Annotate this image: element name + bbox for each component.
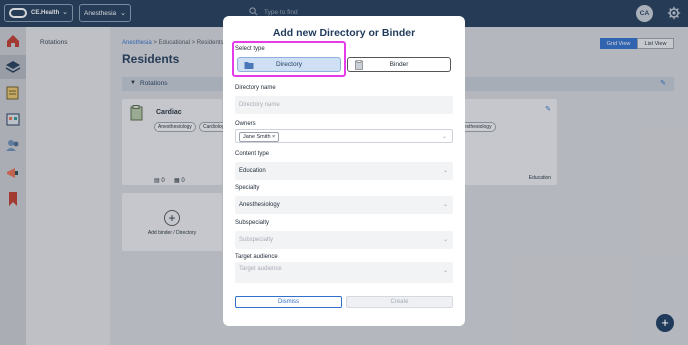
directory-name-label: Directory name bbox=[235, 85, 276, 91]
add-directory-modal: Add new Directory or Binder Select type … bbox=[223, 16, 465, 326]
create-button[interactable]: Create bbox=[346, 296, 453, 308]
content-type-select[interactable]: Education ⌄ bbox=[235, 162, 453, 180]
owners-label: Owners bbox=[235, 121, 256, 127]
chevron-down-icon: ⌄ bbox=[442, 202, 448, 208]
owners-select[interactable]: Jane Smith × ⌄ bbox=[235, 129, 453, 143]
subspecialty-placeholder: Subspecialty bbox=[239, 237, 274, 243]
directory-name-input[interactable]: Directory name bbox=[235, 96, 453, 114]
add-fab-button[interactable]: + bbox=[656, 314, 674, 332]
content-type-value: Education bbox=[239, 168, 266, 174]
type-binder-button[interactable]: Binder bbox=[347, 57, 451, 72]
subspecialty-select[interactable]: Subspecialty ⌄ bbox=[235, 231, 453, 249]
chevron-down-icon: ⌄ bbox=[442, 237, 448, 243]
modal-title: Add new Directory or Binder bbox=[272, 27, 416, 39]
owner-chip[interactable]: Jane Smith × bbox=[239, 132, 280, 142]
chevron-down-icon: ⌄ bbox=[442, 168, 448, 174]
content-type-label: Content type bbox=[235, 151, 270, 157]
target-audience-placeholder: Target audience bbox=[239, 266, 282, 272]
target-audience-label: Target audience bbox=[235, 254, 278, 260]
type-binder-label: Binder bbox=[389, 61, 409, 68]
chevron-down-icon: ⌄ bbox=[441, 134, 447, 140]
chevron-down-icon: ⌄ bbox=[442, 268, 448, 274]
select-type-label: Select type bbox=[235, 46, 265, 52]
dismiss-button[interactable]: Dismiss bbox=[235, 296, 342, 308]
folder-icon bbox=[244, 62, 254, 69]
owner-chip-label: Jane Smith bbox=[243, 134, 271, 140]
type-directory-button[interactable]: Directory bbox=[237, 57, 341, 72]
target-audience-select[interactable]: Target audience ⌄ bbox=[235, 262, 453, 283]
type-directory-label: Directory bbox=[275, 61, 302, 68]
specialty-label: Specialty bbox=[235, 185, 260, 191]
specialty-select[interactable]: Anesthesiology ⌄ bbox=[235, 196, 453, 214]
specialty-value: Anesthesiology bbox=[239, 202, 280, 208]
subspecialty-label: Subspecialty bbox=[235, 220, 270, 226]
binder-icon bbox=[355, 60, 363, 70]
close-icon[interactable]: × bbox=[272, 134, 275, 140]
